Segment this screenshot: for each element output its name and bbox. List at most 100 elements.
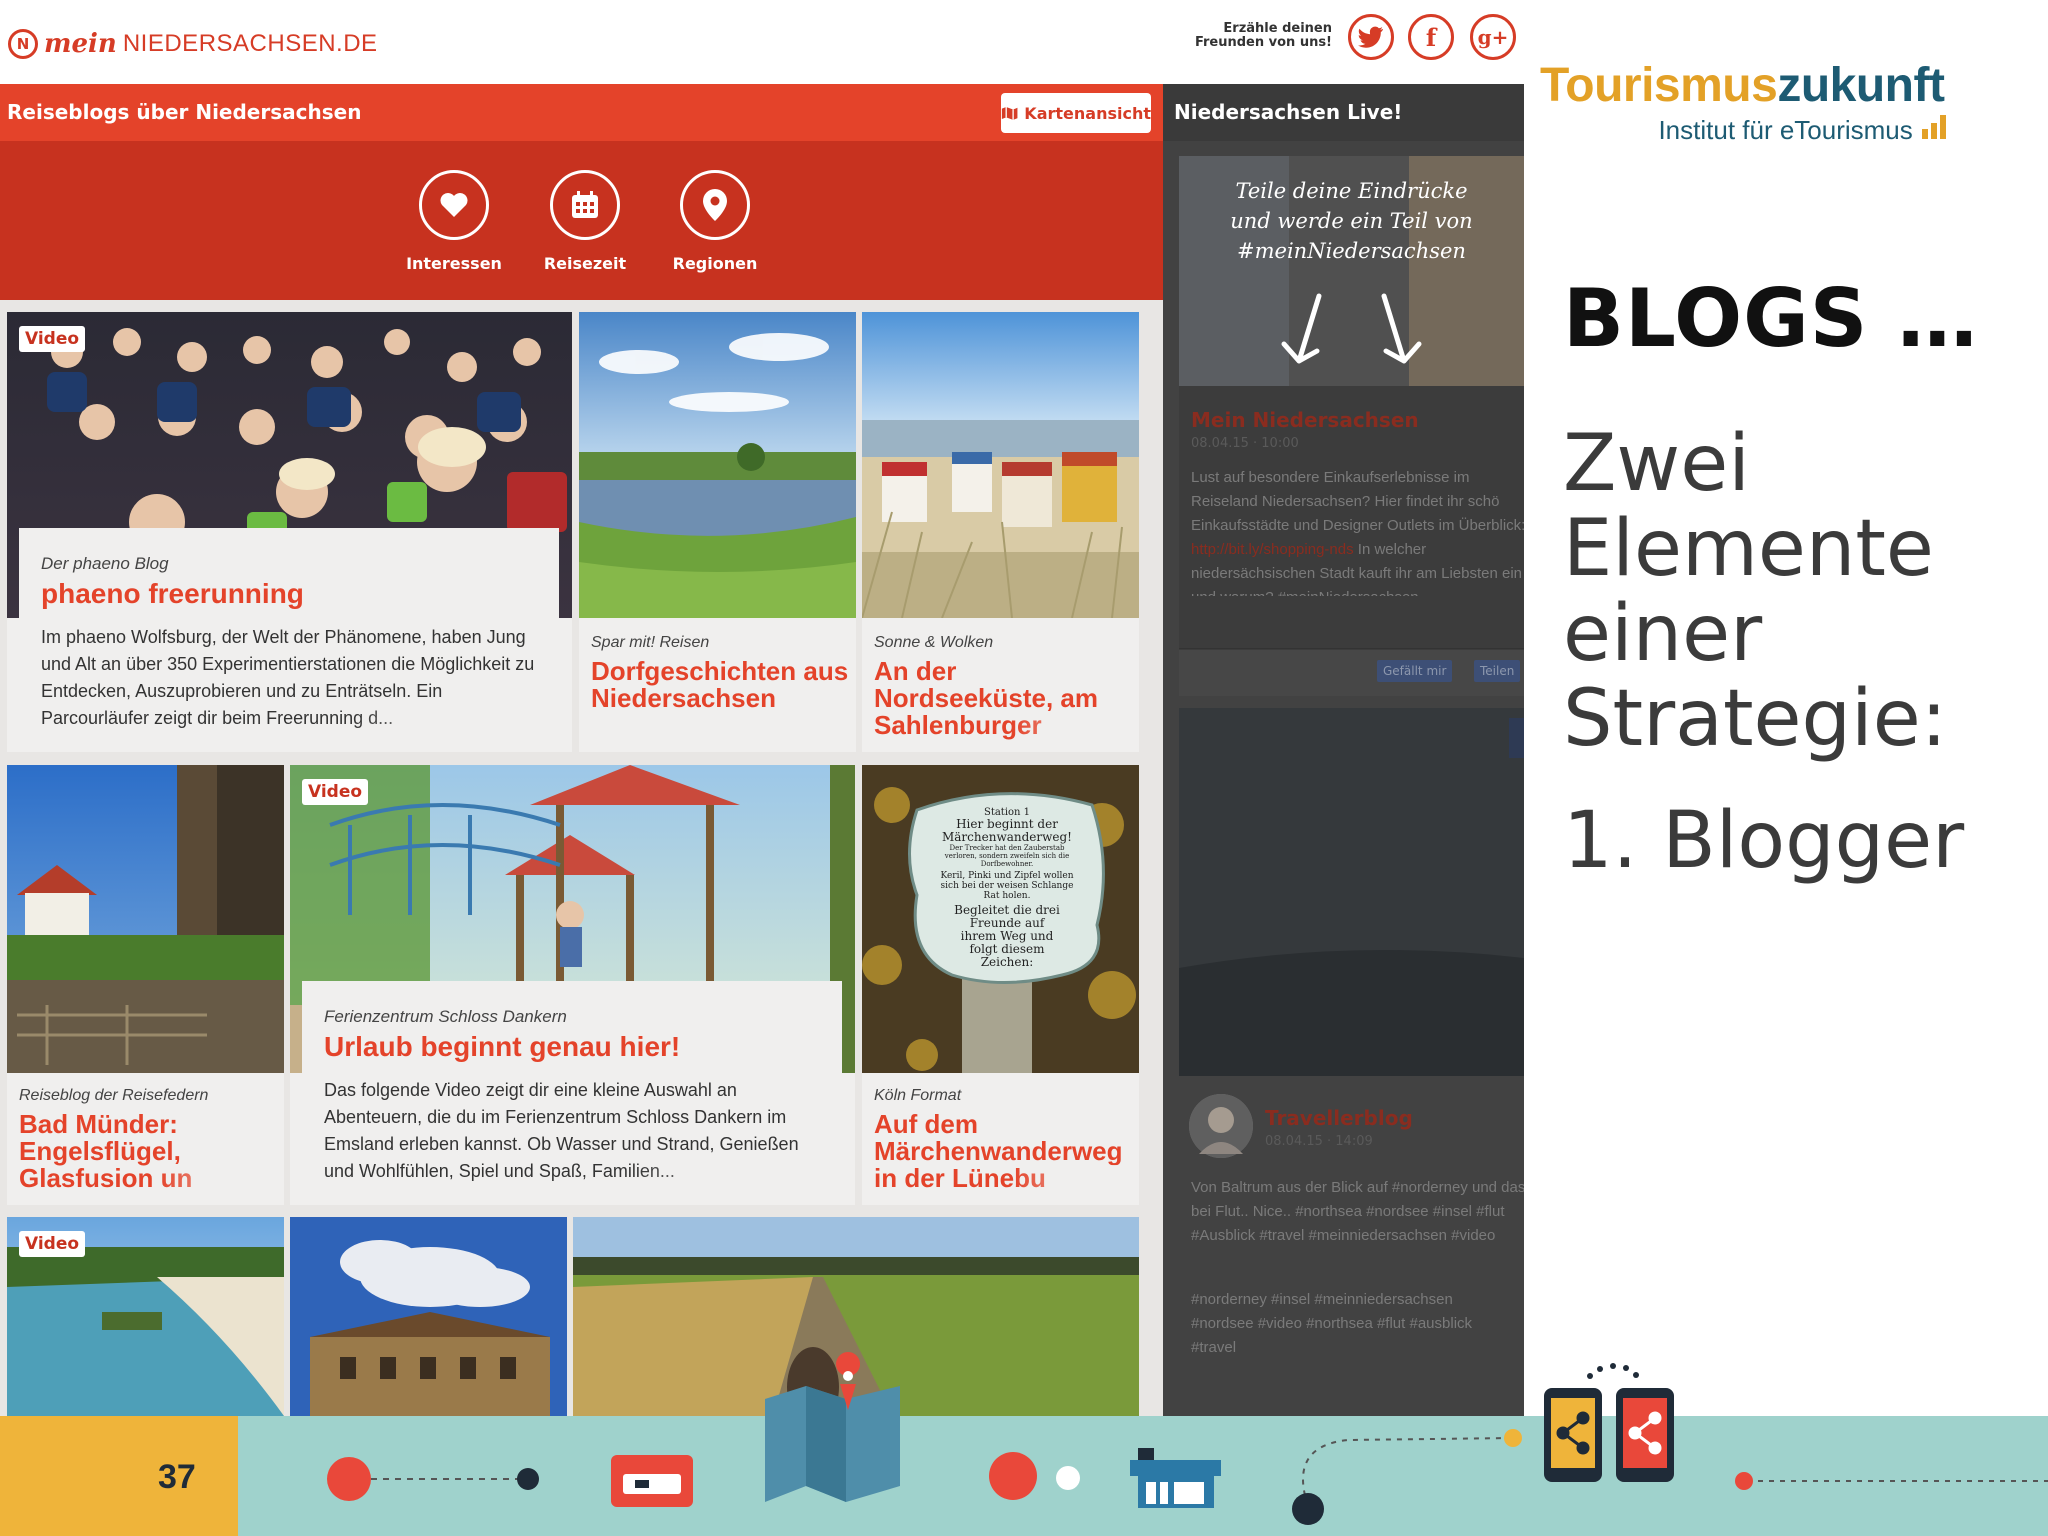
filter-interessen[interactable]: Interessen bbox=[399, 170, 509, 273]
brand-wordmark: Tourismuszukunft bbox=[1540, 58, 1950, 113]
promo-line: und werde ein Teil von bbox=[1230, 209, 1473, 233]
share-phones-icon bbox=[1544, 1363, 1674, 1482]
card-title[interactable]: Dorfgeschichten aus Niedersachsen bbox=[591, 658, 853, 712]
post-text: Von Baltrum aus der Blick auf #norderney… bbox=[1191, 1179, 1524, 1244]
logo-name: NIEDERSACHSEN.DE bbox=[122, 30, 378, 57]
live-post-mein-niedersachsen[interactable]: Mein Niedersachsen 08.04.15 · 10:00 Lust… bbox=[1179, 386, 1524, 654]
sign-line: Märchenwanderweg! bbox=[941, 830, 1072, 844]
avatar bbox=[1189, 1094, 1253, 1158]
post-text: Lust auf besondere Einkaufserlebnisse im… bbox=[1191, 466, 1524, 596]
card-source: Der phaeno Blog bbox=[41, 554, 169, 573]
card-image-beach bbox=[862, 312, 1139, 618]
card-body: Der phaeno Blog phaeno freerunning Im ph… bbox=[19, 528, 559, 752]
post-date: 08.04.15 · 14:09 bbox=[1265, 1134, 1373, 1149]
page-number-box bbox=[0, 1416, 238, 1536]
card-source: Sonne & Wolken bbox=[874, 634, 994, 651]
card-title[interactable]: Urlaub beginnt genau hier! bbox=[324, 1033, 680, 1061]
calendar-icon bbox=[550, 170, 620, 240]
card-image-sign: Station 1 Hier beginnt der Märchenwander… bbox=[862, 765, 1139, 1073]
heart-icon bbox=[419, 170, 489, 240]
brand-subtitle: Institut für eTourismus bbox=[1540, 113, 1950, 146]
twitter-icon[interactable] bbox=[1348, 14, 1394, 60]
video-badge: Video bbox=[19, 1231, 86, 1257]
sign-line: Keril, Pinki und Zipfel wollen bbox=[940, 871, 1074, 881]
slide-body-line: einer bbox=[1563, 589, 1763, 679]
facebook-icon[interactable]: f bbox=[1408, 14, 1454, 60]
slide-body: Zwei Elemente einer Strategie: bbox=[1563, 422, 1947, 762]
sign-line: Zeichen: bbox=[980, 955, 1034, 969]
footer-illustration bbox=[327, 1352, 2048, 1525]
filter-label: Regionen bbox=[672, 254, 758, 273]
filter-regionen[interactable]: Regionen bbox=[660, 170, 770, 273]
filter-label: Reisezeit bbox=[543, 254, 627, 273]
text-fade bbox=[1012, 712, 1139, 740]
post-actions-bar bbox=[1179, 650, 1524, 696]
text-fade bbox=[632, 1159, 832, 1187]
text-fade bbox=[157, 1165, 284, 1193]
filter-label: Interessen bbox=[406, 254, 502, 273]
site-logo[interactable]: N mein NIEDERSACHSEN.DE bbox=[8, 26, 378, 62]
divider bbox=[1179, 648, 1524, 649]
house-icon bbox=[1130, 1448, 1221, 1508]
folded-map-icon bbox=[765, 1352, 900, 1502]
card-source: Köln Format bbox=[874, 1087, 962, 1104]
blog-card-schloss-dankern[interactable]: Video Ferienzentrum Schloss Dankern Urla… bbox=[290, 765, 855, 1205]
text-fade bbox=[349, 706, 549, 734]
wallet-icon bbox=[611, 1455, 693, 1507]
blog-card-phaeno[interactable]: Video Der phaeno Blog phaeno freerunning… bbox=[7, 312, 572, 752]
sign-line: sich bei der weisen Schlange bbox=[940, 881, 1074, 891]
card-body: Ferienzentrum Schloss Dankern Urlaub beg… bbox=[302, 981, 842, 1205]
card-source: Ferienzentrum Schloss Dankern bbox=[324, 1007, 567, 1026]
slide-title: BLOGS … bbox=[1563, 272, 1979, 365]
slide-body-line: Strategie: bbox=[1563, 674, 1947, 764]
google-plus-icon[interactable]: g+ bbox=[1470, 14, 1516, 60]
card-source: Spar mit! Reisen bbox=[591, 634, 710, 651]
slide-body-line: Elemente bbox=[1563, 504, 1934, 594]
page-number: 37 bbox=[158, 1458, 196, 1496]
video-badge: Video bbox=[19, 326, 86, 352]
like-button[interactable]: Gefällt mir bbox=[1377, 660, 1453, 682]
logo-mark-icon: N bbox=[8, 29, 38, 59]
blog-card-bad-muender[interactable]: Reiseblog der Reisefedern Bad Münder: En… bbox=[7, 765, 284, 1205]
brand-subtitle-text: Institut für eTourismus bbox=[1658, 115, 1913, 145]
logo-mein: mein bbox=[44, 29, 117, 59]
post-text-part: Lust auf besondere Einkaufserlebnisse im… bbox=[1191, 469, 1524, 534]
blog-section-title: Reiseblogs über Niedersachsen bbox=[7, 100, 362, 124]
map-view-label: Kartenansicht bbox=[1024, 103, 1151, 123]
slide-point: 1. Blogger bbox=[1563, 796, 1965, 886]
live-feed-title: Niedersachsen Live! bbox=[1174, 100, 1403, 124]
post-author: Mein Niedersachsen bbox=[1191, 408, 1419, 432]
sign-line: Der Trecker hat den Zauberstab bbox=[949, 844, 1065, 852]
promo-text: Teile deine Eindrücke und werde ein Teil… bbox=[1179, 176, 1524, 266]
post-date: 08.04.15 · 10:00 bbox=[1191, 436, 1299, 451]
slide-body-line: Zwei bbox=[1563, 419, 1750, 509]
video-badge: Video bbox=[302, 779, 369, 805]
text-fade bbox=[1012, 1165, 1139, 1193]
brand-part: Tourismus bbox=[1540, 59, 1778, 112]
card-source: Reiseblog der Reisefedern bbox=[19, 1087, 209, 1104]
map-view-button[interactable]: Kartenansicht bbox=[1001, 93, 1151, 133]
share-button[interactable]: Teilen bbox=[1474, 660, 1521, 682]
location-pin-icon bbox=[680, 170, 750, 240]
blog-card-dorfgeschichten[interactable]: Spar mit! Reisen Dorfgeschichten aus Nie… bbox=[579, 312, 856, 752]
brand-part: zukunft bbox=[1777, 59, 1945, 112]
sign-text: Station 1 Hier beginnt der Märchenwander… bbox=[922, 807, 1092, 969]
filter-reisezeit[interactable]: Reisezeit bbox=[530, 170, 640, 273]
brand-logo: Tourismuszukunft Institut für eTourismus bbox=[1540, 58, 1950, 146]
live-post-video[interactable] bbox=[1179, 708, 1524, 1076]
post-author: Travellerblog bbox=[1265, 1106, 1413, 1130]
sign-line: Rat holen. bbox=[983, 891, 1031, 901]
promo-line: Teile deine Eindrücke bbox=[1235, 179, 1468, 203]
sign-line: Dorfbewohner. bbox=[980, 860, 1034, 868]
map-icon bbox=[1001, 106, 1018, 120]
sign-line: verloren, sondern zweifeln sich die bbox=[944, 852, 1070, 860]
blog-card-maerchenwanderweg[interactable]: Station 1 Hier beginnt der Märchenwander… bbox=[862, 765, 1139, 1205]
promo-line: #meinNiedersachsen bbox=[1237, 239, 1466, 263]
card-title[interactable]: phaeno freerunning bbox=[41, 580, 304, 608]
share-prompt: Erzähle deinen Freunden von uns! bbox=[1194, 21, 1332, 50]
live-promo[interactable]: Teile deine Eindrücke und werde ein Teil… bbox=[1179, 156, 1524, 386]
post-link[interactable]: http://bit.ly/shopping-nds bbox=[1191, 541, 1354, 558]
bar-chart-icon bbox=[1922, 115, 1946, 139]
card-image-house bbox=[7, 765, 284, 1073]
blog-card-nordseekueste[interactable]: Sonne & Wolken An der Nordseeküste, am S… bbox=[862, 312, 1139, 752]
